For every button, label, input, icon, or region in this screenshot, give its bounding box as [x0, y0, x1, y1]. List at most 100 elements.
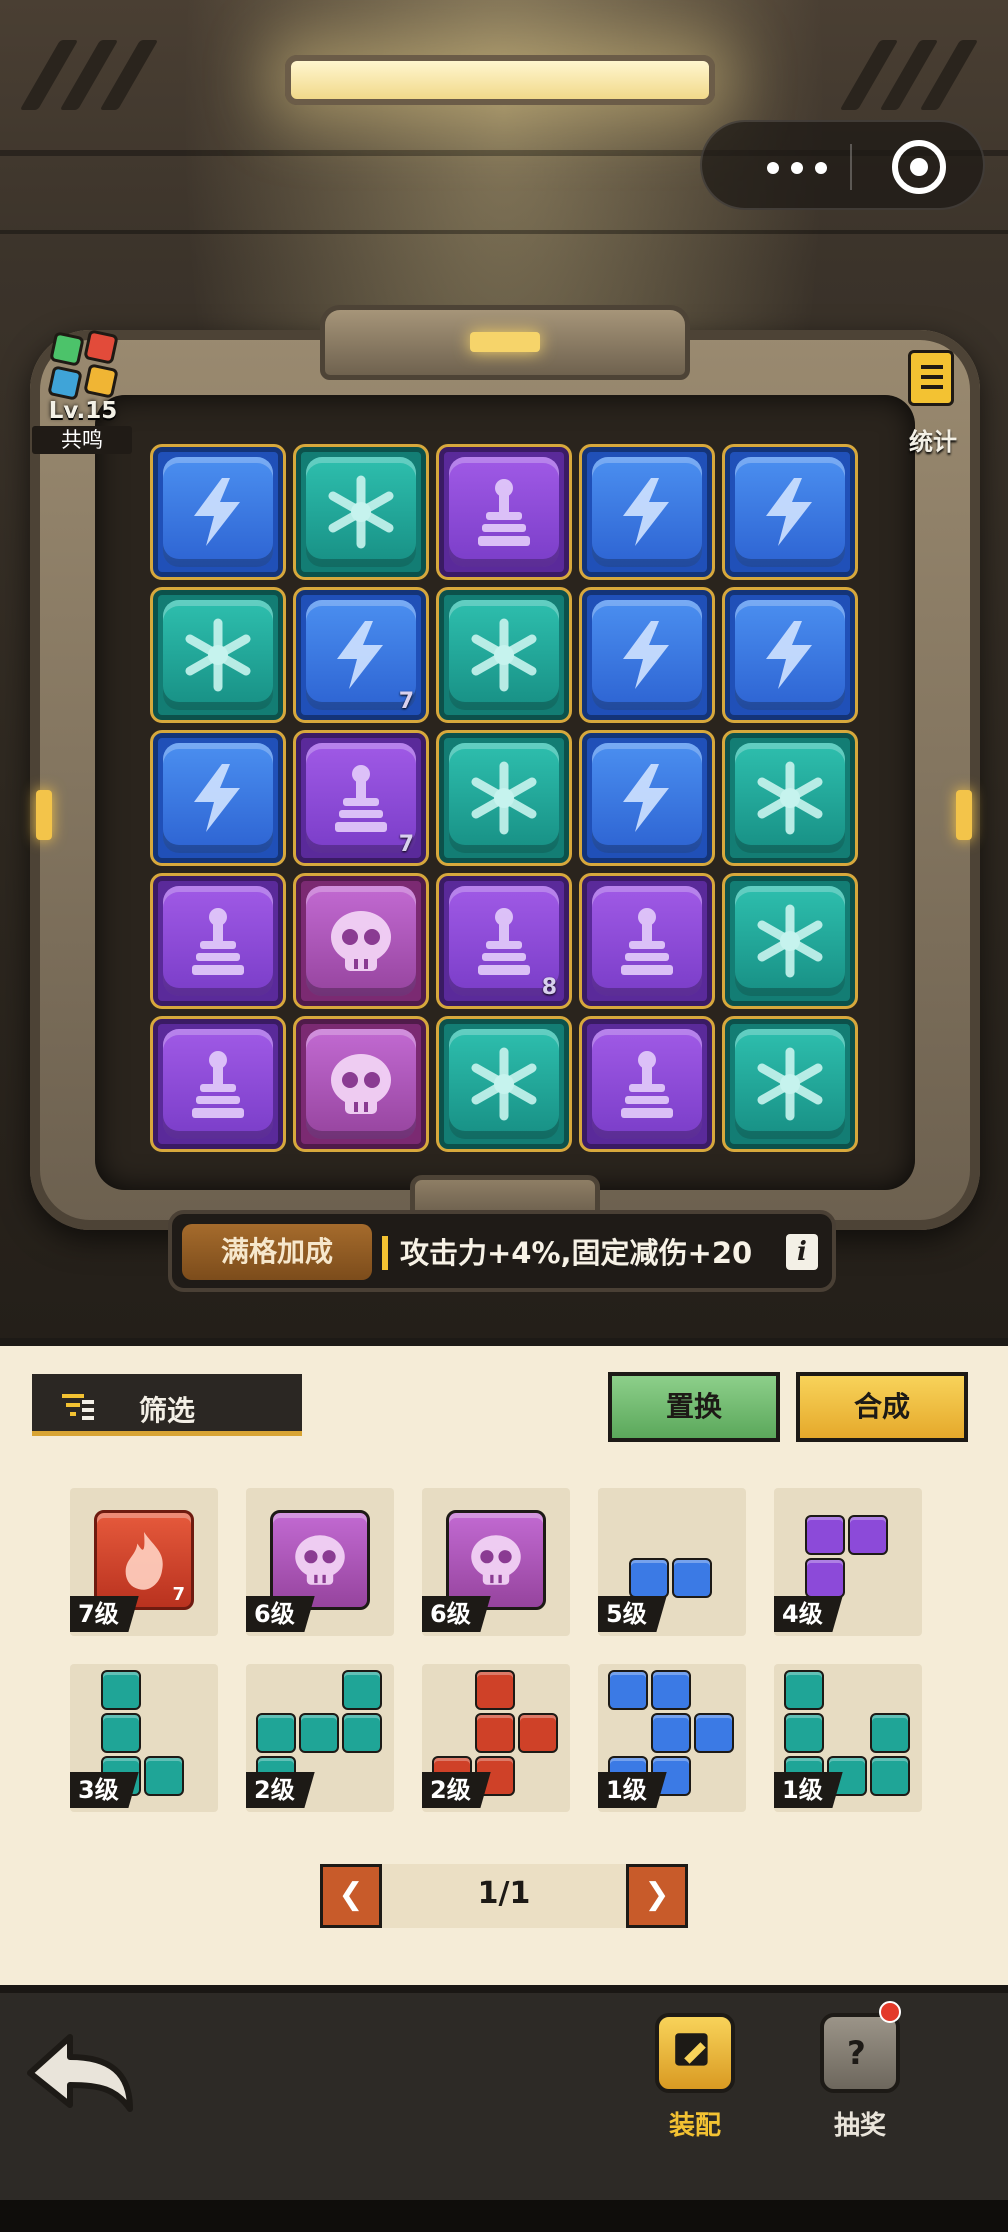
grid-cell-totem[interactable]: 7: [293, 730, 429, 866]
frost-icon: [449, 1029, 559, 1139]
grid-cell-lightning[interactable]: [150, 730, 286, 866]
frost-mini-icon: [869, 1755, 910, 1796]
bonus-tag: 满格加成: [182, 1224, 372, 1280]
item-tier-label: 1级: [774, 1772, 843, 1808]
info-icon[interactable]: i: [786, 1234, 818, 1270]
game-scene: Lv.15 共鸣 统计 7 7 8 满格加成 攻击力+4%,固定减伤+20 i: [0, 0, 1008, 1340]
stats-label: 统计: [909, 428, 957, 456]
inventory-item[interactable]: 7 7级: [70, 1488, 218, 1636]
lightning-icon: [163, 743, 273, 853]
inventory-item[interactable]: 1级: [598, 1664, 746, 1812]
fire-icon: 7: [94, 1510, 194, 1610]
resonance-label: 共鸣: [32, 426, 132, 454]
resonance-badge[interactable]: Lv.15 共鸣: [28, 329, 138, 455]
equip-tab[interactable]: 装配: [640, 2013, 750, 2153]
grid-cell-skull[interactable]: [293, 873, 429, 1009]
grid-cell-totem[interactable]: [579, 873, 715, 1009]
frost-mini-icon: [144, 1755, 184, 1796]
grid-cell-frost[interactable]: [150, 587, 286, 723]
inventory-item[interactable]: 1级: [774, 1664, 922, 1812]
more-icon[interactable]: [747, 150, 847, 184]
capsule-divider: [850, 144, 852, 190]
inventory-item[interactable]: 3级: [70, 1664, 218, 1812]
inventory-item[interactable]: 2级: [422, 1664, 570, 1812]
grid-cell-frost[interactable]: [722, 1016, 858, 1152]
frost-icon: [735, 886, 845, 996]
resonance-gems-icon: [46, 329, 122, 406]
filter-button[interactable]: 筛选: [32, 1374, 302, 1436]
lightning-icon: [735, 457, 845, 567]
inventory-item[interactable]: 6级: [422, 1488, 570, 1636]
equip-label: 装配: [668, 2111, 721, 2141]
grid-cell-frost[interactable]: [436, 1016, 572, 1152]
totem-icon: [592, 1029, 702, 1139]
prev-page-button[interactable]: ❮: [320, 1864, 382, 1928]
item-tier-label: 4级: [774, 1596, 843, 1632]
item-tier-label: 7级: [70, 1596, 139, 1632]
grid-cell-skull[interactable]: [293, 1016, 429, 1152]
grid-cell-lightning[interactable]: [722, 587, 858, 723]
grid-cell-lightning[interactable]: [150, 444, 286, 580]
grid-cell-lightning[interactable]: [579, 444, 715, 580]
inventory-item[interactable]: 2级: [246, 1664, 394, 1812]
mystery-chest-icon: ?: [820, 2013, 900, 2093]
fire-mini-icon: [517, 1712, 558, 1753]
next-page-button[interactable]: ❯: [626, 1864, 688, 1928]
inventory-item[interactable]: 4级: [774, 1488, 922, 1636]
grid-cell-lightning[interactable]: [722, 444, 858, 580]
totem-mini-icon: [805, 1558, 845, 1598]
totem-mini-icon: [805, 1515, 845, 1555]
merge-button[interactable]: 合成: [796, 1372, 968, 1442]
skull-icon: [306, 1029, 416, 1139]
vent-right: [839, 40, 980, 110]
frost-mini-icon: [255, 1712, 296, 1753]
bonus-divider: [382, 1236, 388, 1270]
lottery-tab[interactable]: ? 抽奖: [805, 2001, 915, 2153]
bonus-text: 攻击力+4%,固定减伤+20: [400, 1236, 753, 1270]
lottery-label: 抽奖: [833, 2111, 886, 2141]
grid-cell-frost[interactable]: [436, 587, 572, 723]
replace-button[interactable]: 置换: [608, 1372, 780, 1442]
grid-cell-frost[interactable]: [436, 730, 572, 866]
frost-mini-icon: [101, 1669, 141, 1710]
notification-dot: [879, 2001, 901, 2023]
ceiling-light: [285, 55, 715, 105]
inventory-item[interactable]: 6级: [246, 1488, 394, 1636]
back-arrow-icon[interactable]: [20, 2023, 140, 2123]
grid-cell-lightning[interactable]: 7: [293, 587, 429, 723]
frost-mini-icon: [341, 1712, 382, 1753]
grid-cell-frost[interactable]: [722, 873, 858, 1009]
grid-cell-lightning[interactable]: [579, 730, 715, 866]
totem-icon: [592, 886, 702, 996]
frost-icon: [735, 743, 845, 853]
totem-icon: [163, 1029, 273, 1139]
lightning-mini-icon: [650, 1712, 691, 1753]
full-grid-bonus-bar: 满格加成 攻击力+4%,固定减伤+20 i: [168, 1210, 836, 1292]
fire-mini-icon: [474, 1669, 515, 1710]
lightning-mini-icon: [607, 1669, 648, 1710]
close-target-icon[interactable]: [892, 140, 946, 194]
grid-cell-totem[interactable]: [150, 1016, 286, 1152]
grid-cell-frost[interactable]: [293, 444, 429, 580]
vent-left: [19, 40, 160, 110]
inventory-item[interactable]: 5级: [598, 1488, 746, 1636]
grid-cell-frost[interactable]: [722, 730, 858, 866]
frost-mini-icon: [298, 1712, 339, 1753]
grid-cell-totem[interactable]: 8: [436, 873, 572, 1009]
page-indicator: 1/1: [477, 1876, 531, 1911]
skull-icon: [306, 886, 416, 996]
stats-button[interactable]: 统计: [893, 350, 973, 460]
lightning-icon: [592, 600, 702, 710]
grid-cell-totem[interactable]: [150, 873, 286, 1009]
grid-cell-lightning[interactable]: [579, 587, 715, 723]
item-tier-label: 2级: [246, 1772, 315, 1808]
grid-cell-totem[interactable]: [436, 444, 572, 580]
totem-icon: [163, 886, 273, 996]
frame-top-bracket: [320, 305, 690, 380]
wall-seam: [0, 230, 1008, 234]
grid-cell-totem[interactable]: [579, 1016, 715, 1152]
equipment-grid: 7 7 8: [150, 444, 860, 1154]
lightning-icon: [592, 743, 702, 853]
frost-mini-icon: [341, 1669, 382, 1710]
frost-icon: [735, 1029, 845, 1139]
